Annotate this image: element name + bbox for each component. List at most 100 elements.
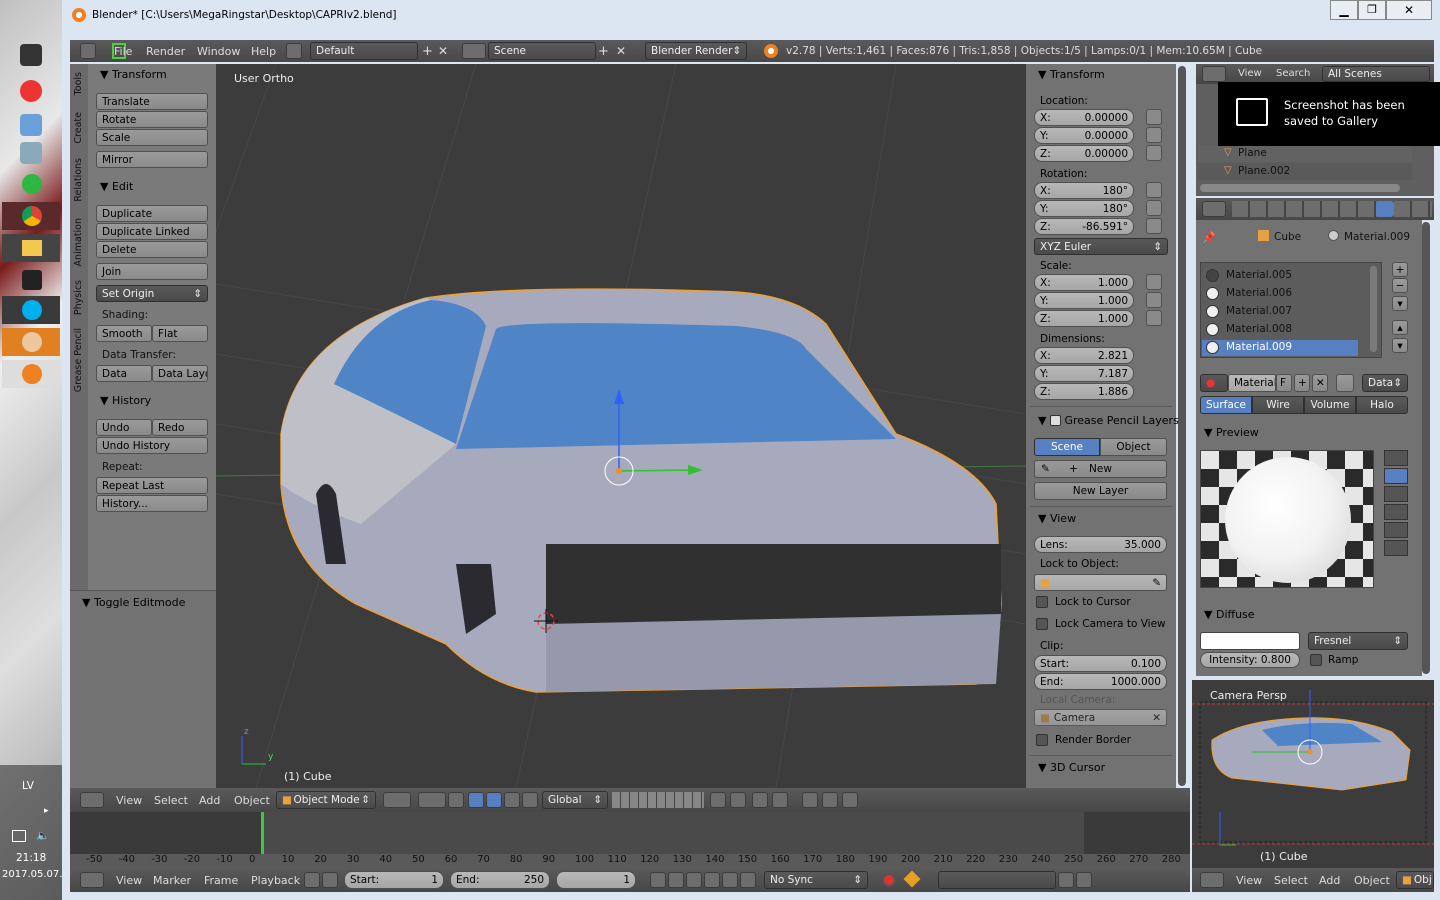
tab-wire[interactable]: Wire bbox=[1252, 396, 1304, 414]
maximize-button[interactable]: ❐ bbox=[1358, 0, 1386, 20]
join-button[interactable]: Join bbox=[96, 263, 208, 280]
scene-selector[interactable]: Scene bbox=[488, 42, 596, 60]
proportional-edit-icon[interactable] bbox=[730, 792, 746, 808]
grease-pencil-header[interactable]: ▼ Grease Pencil Layers bbox=[1038, 414, 1179, 427]
insert-keyframe-icon[interactable] bbox=[1058, 872, 1074, 888]
material-name-field[interactable]: Material. bbox=[1228, 374, 1276, 392]
lens-field[interactable]: Lens: 35.000 bbox=[1034, 536, 1167, 553]
scl-field-z[interactable]: Z: 1.000 bbox=[1034, 310, 1134, 327]
grease-object-tab[interactable]: Object bbox=[1100, 438, 1167, 456]
material-browse-button[interactable]: ● bbox=[1200, 374, 1228, 392]
diffuse-panel-header[interactable]: ▼ Diffuse bbox=[1204, 608, 1255, 621]
monitor-icon[interactable] bbox=[12, 830, 26, 842]
ramp-checkbox[interactable] bbox=[1310, 654, 1322, 666]
tl-menu-marker[interactable]: Marker bbox=[153, 874, 191, 887]
chevron-right-icon[interactable]: ▸ bbox=[44, 806, 49, 816]
copy-material-button[interactable] bbox=[1336, 374, 1354, 392]
tl-menu-frame[interactable]: Frame bbox=[204, 874, 238, 887]
keyboard-language[interactable]: LV bbox=[22, 780, 34, 792]
redo-button[interactable]: Redo bbox=[152, 419, 208, 436]
blender-taskbar-icon[interactable] bbox=[2, 360, 60, 388]
outliner-display-mode[interactable]: All Scenes bbox=[1322, 66, 1430, 82]
speaker-icon[interactable]: 🔈 bbox=[36, 829, 50, 842]
lock-icon[interactable] bbox=[1146, 127, 1162, 143]
loc-field-x[interactable]: X: 0.00000 bbox=[1034, 109, 1134, 126]
folder-icon[interactable] bbox=[2, 234, 60, 262]
scl-field-x[interactable]: X: 1.000 bbox=[1034, 274, 1134, 291]
properties-scrollbar[interactable] bbox=[1422, 222, 1430, 674]
3d-viewport[interactable] bbox=[216, 64, 1026, 788]
outliner-search[interactable]: Search bbox=[1276, 68, 1310, 79]
local-camera-field[interactable]: ■ Camera ✕ bbox=[1034, 709, 1167, 726]
link-data-selector[interactable]: Data ⇕ bbox=[1362, 374, 1408, 392]
outliner-scrollbar[interactable] bbox=[1200, 184, 1400, 192]
timeline-playhead[interactable] bbox=[261, 812, 264, 854]
jump-start-icon[interactable] bbox=[650, 872, 666, 888]
lock-icon[interactable] bbox=[1146, 182, 1162, 198]
info-editor-icon[interactable] bbox=[80, 43, 96, 59]
menu-select[interactable]: Select bbox=[154, 794, 188, 807]
clock-date[interactable]: 2017.05.07. bbox=[2, 869, 62, 880]
mirror-button[interactable]: Mirror bbox=[96, 151, 208, 168]
keying-set-field[interactable] bbox=[938, 871, 1056, 889]
cam-mode-selector[interactable]: ■ Obj bbox=[1396, 871, 1434, 889]
rot-field-z[interactable]: Z: -86.591° bbox=[1034, 218, 1134, 235]
rot-field-y[interactable]: Y: 180° bbox=[1034, 200, 1134, 217]
data-layout-button[interactable]: Data Layo bbox=[152, 365, 208, 382]
scl-field-y[interactable]: Y: 1.000 bbox=[1034, 292, 1134, 309]
tl-menu-view[interactable]: View bbox=[116, 874, 142, 887]
lock-cursor-checkbox[interactable] bbox=[1036, 596, 1048, 608]
lock-icon[interactable] bbox=[1146, 109, 1162, 125]
taskbar-app-icon[interactable] bbox=[22, 270, 42, 290]
set-origin-dropdown[interactable]: Set Origin ⇕ bbox=[96, 285, 208, 302]
lock-icon[interactable] bbox=[322, 872, 338, 888]
orientation-selector[interactable]: Global ⇕ bbox=[542, 791, 608, 809]
view-panel-header[interactable]: ▼ View bbox=[1038, 512, 1076, 525]
outliner-view[interactable]: View bbox=[1238, 68, 1262, 79]
undo-history-button[interactable]: Undo History bbox=[96, 437, 208, 454]
pivot-icon[interactable] bbox=[418, 792, 446, 808]
scene-icon[interactable] bbox=[462, 43, 486, 59]
lock-icon[interactable] bbox=[1146, 200, 1162, 216]
tab-volume[interactable]: Volume bbox=[1304, 396, 1356, 414]
outliner-item-plane-002[interactable]: Plane.002 bbox=[1238, 165, 1290, 177]
translate-button[interactable]: Translate bbox=[96, 93, 208, 110]
dim-field-y[interactable]: Y: 7.187 bbox=[1034, 365, 1134, 382]
render-animation-icon[interactable] bbox=[842, 792, 858, 808]
play-icon[interactable] bbox=[704, 872, 720, 888]
whatsapp-icon[interactable] bbox=[22, 174, 42, 194]
material-context-tab[interactable] bbox=[1376, 201, 1394, 217]
snap-icon[interactable] bbox=[752, 792, 768, 808]
tab-relations[interactable]: Relations bbox=[73, 158, 84, 202]
chrome-icon[interactable] bbox=[2, 202, 60, 230]
lock-object-field[interactable]: ■ ✎ bbox=[1034, 574, 1167, 591]
end-frame-field[interactable]: End: 250 bbox=[450, 871, 550, 889]
material-slot-item[interactable]: Material.005 bbox=[1202, 268, 1358, 284]
material-slot-item[interactable]: Material.009 bbox=[1202, 340, 1358, 356]
duplicate-button[interactable]: Duplicate bbox=[96, 205, 208, 222]
data-button[interactable]: Data bbox=[96, 365, 152, 382]
material-slot-item[interactable]: Material.007 bbox=[1202, 304, 1358, 320]
fake-user-button[interactable]: F bbox=[1276, 374, 1292, 392]
pin-icon[interactable]: 📌 bbox=[1202, 231, 1216, 244]
material-slot-item[interactable]: Material.006 bbox=[1202, 286, 1358, 302]
taskbar-app-icon[interactable] bbox=[20, 80, 42, 102]
preview-panel-header[interactable]: ▼ Preview bbox=[1204, 426, 1259, 439]
tab-tools[interactable]: Tools bbox=[73, 72, 84, 95]
cam-menu-add[interactable]: Add bbox=[1319, 874, 1340, 887]
mode-selector[interactable]: ■ Object Mode ⇕ bbox=[276, 791, 376, 809]
intensity-field[interactable]: Intensity: 0.800 bbox=[1200, 652, 1300, 668]
tab-grease-pencil[interactable]: Grease Pencil bbox=[73, 328, 84, 392]
remove-scene-icon[interactable]: ✕ bbox=[616, 44, 626, 58]
delete-button[interactable]: Delete bbox=[96, 241, 208, 258]
menu-view[interactable]: View bbox=[116, 794, 142, 807]
render-border-checkbox[interactable] bbox=[1036, 734, 1048, 746]
layer-buttons[interactable] bbox=[612, 792, 704, 808]
rot-field-x[interactable]: X: 180° bbox=[1034, 182, 1134, 199]
delete-keyframe-icon[interactable] bbox=[1076, 872, 1092, 888]
shading-mode-icon[interactable] bbox=[383, 792, 411, 808]
camera-viewport[interactable] bbox=[1192, 680, 1434, 868]
translate-manipulator-icon[interactable] bbox=[468, 792, 484, 808]
lock-icon[interactable] bbox=[1146, 218, 1162, 234]
preview-cube-icon[interactable] bbox=[1384, 486, 1408, 502]
